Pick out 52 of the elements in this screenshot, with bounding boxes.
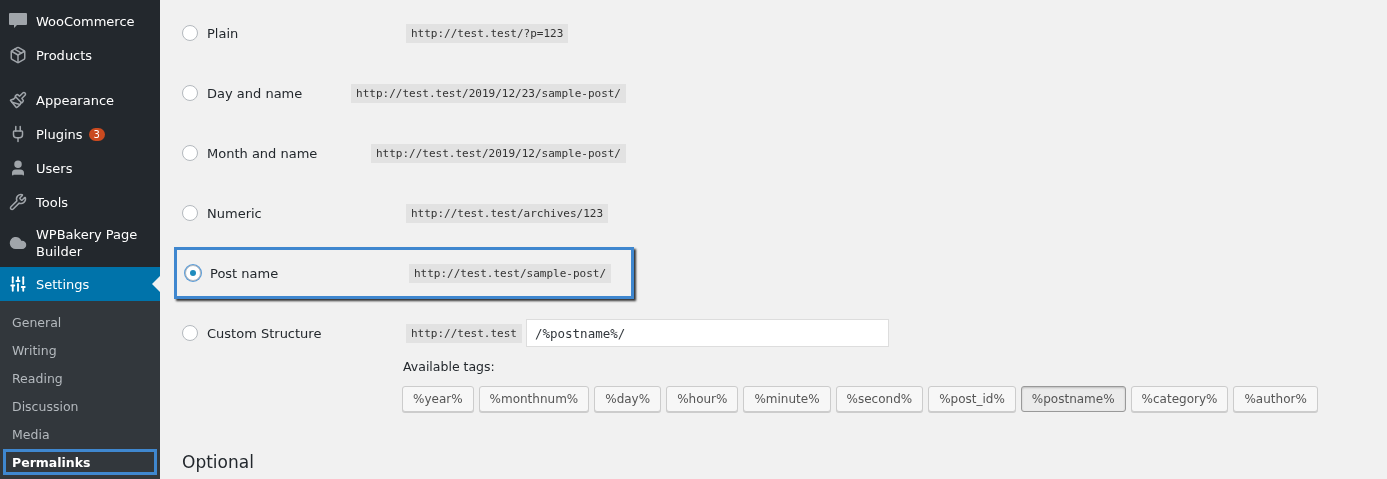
radio-button[interactable] — [182, 25, 198, 41]
tag-button[interactable]: %hour% — [666, 386, 739, 412]
option-label: Day and name — [207, 85, 304, 101]
sidebar-item[interactable]: Settings — [0, 267, 160, 301]
paintbrush-icon — [8, 91, 28, 109]
option-label: Custom Structure — [207, 325, 323, 341]
option-label: Month and name — [207, 145, 319, 161]
radio-button[interactable] — [185, 265, 201, 281]
submenu-item[interactable]: Permalinks — [2, 448, 158, 476]
sidebar-item[interactable]: Appearance — [0, 83, 160, 117]
option-label: Plain — [207, 25, 240, 41]
submenu-item[interactable]: Reading — [0, 364, 160, 392]
example-url: http://test.test/?p=123 — [406, 23, 569, 43]
speech-bubble-icon — [8, 12, 28, 30]
example-url: http://test.test/2019/12/sample-post/ — [370, 143, 626, 163]
section-heading: Optional — [182, 452, 255, 472]
radio-button[interactable] — [182, 205, 198, 221]
count-badge: 3 — [88, 127, 105, 141]
option-label: Post name — [210, 265, 280, 281]
tag-button[interactable]: %category% — [1130, 386, 1229, 412]
wrench-icon — [8, 193, 28, 211]
tag-button[interactable]: %monthnum% — [478, 386, 590, 412]
tag-button[interactable]: %minute% — [743, 386, 831, 412]
submenu-item[interactable]: Media — [0, 420, 160, 448]
tags-label: Available tags: — [403, 359, 496, 374]
tag-button[interactable]: %author% — [1233, 386, 1318, 412]
submenu-item[interactable]: Discussion — [0, 392, 160, 420]
cloud-icon — [8, 234, 28, 252]
example-url: http://test.test/archives/123 — [406, 203, 609, 223]
sidebar-item[interactable]: WooCommerce — [0, 4, 160, 38]
radio-button[interactable] — [182, 145, 198, 161]
submenu-item[interactable]: Writing — [0, 336, 160, 364]
submenu-item[interactable]: General — [0, 308, 160, 336]
url-prefix: http://test.test — [406, 323, 522, 343]
tag-button[interactable]: %second% — [835, 386, 924, 412]
tag-button[interactable]: %year% — [402, 386, 474, 412]
sidebar-item[interactable]: Users — [0, 151, 160, 185]
example-url: http://test.test/sample-post/ — [409, 263, 612, 283]
sliders-icon — [8, 275, 28, 293]
sidebar-item[interactable]: Plugins 3 — [0, 117, 160, 151]
tag-button[interactable]: %postname% — [1020, 386, 1126, 412]
sidebar-item[interactable]: Products — [0, 38, 160, 72]
package-icon — [8, 46, 28, 64]
sidebar-item[interactable]: WPBakery Page Builder — [0, 219, 160, 267]
tag-button[interactable]: %post_id% — [928, 386, 1016, 412]
option-label: Numeric — [207, 205, 263, 221]
structure-input[interactable]: /%postname%/ — [525, 319, 889, 347]
example-url: http://test.test/2019/12/23/sample-post/ — [351, 83, 626, 103]
tag-button[interactable]: %day% — [594, 386, 662, 412]
sidebar-item[interactable]: Tools — [0, 185, 160, 219]
radio-button[interactable] — [182, 85, 198, 101]
radio-button[interactable] — [182, 325, 198, 341]
